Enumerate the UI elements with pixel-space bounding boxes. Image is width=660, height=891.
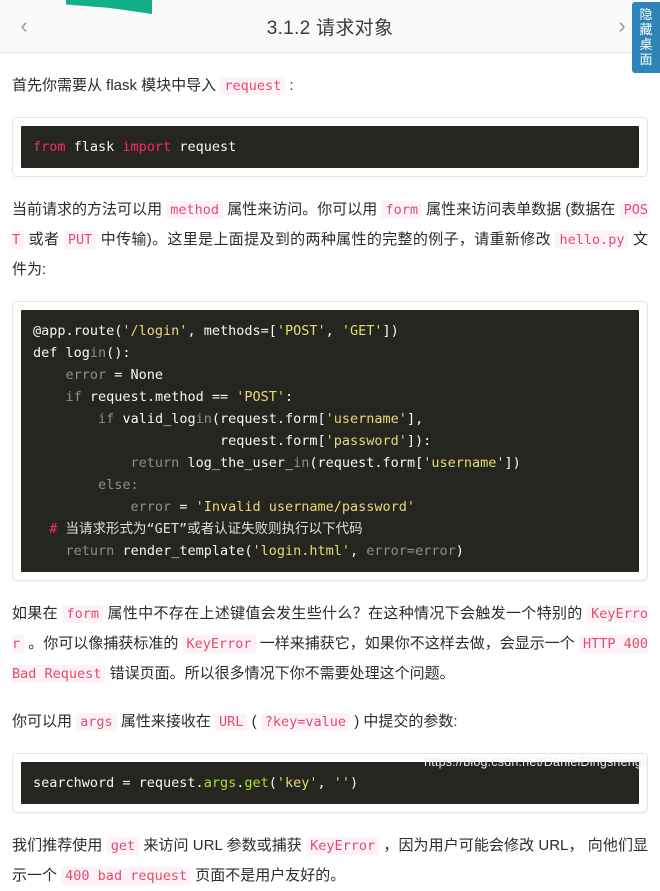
paragraph-2-text-5: 中传输)。这里是上面提及到的两种属性的完整的例子，请重新修改 (96, 231, 556, 248)
paragraph-3-text-2: 属性中不存在上述键值会发生些什么？在这种情况下会触发一个特别的 (103, 605, 588, 622)
side-tab-char-2: 藏 (639, 22, 653, 37)
page-title: 3.1.2 请求对象 (266, 17, 394, 39)
paragraph-2-text-4: 或者 (24, 231, 64, 248)
side-tab-char-4: 面 (639, 52, 653, 67)
paragraph-5-text-4: 页面不是用户友好的。 (191, 867, 346, 884)
chevron-left-icon: ‹ (20, 13, 28, 38)
code-line-5: if valid_login(request.form['username'], (98, 411, 424, 427)
paragraph-2: 当前请求的方法可以用 method 属性来访问。你可以用 form 属性来访问表… (12, 195, 649, 285)
paragraph-5-text-1: 我们推荐使用 (12, 837, 107, 854)
code-token-comma: , (317, 775, 334, 791)
paragraph-5-text-2: 来访问 URL 参数或捕获 (139, 837, 307, 854)
paragraph-4-text-3: ( (247, 713, 261, 730)
paragraph-3: 如果在 form 属性中不存在上述键值会发生些什么？在这种情况下会触发一个特别的… (12, 599, 649, 689)
code-line-1: @app.route('/login', methods=['POST', 'G… (33, 323, 399, 339)
inline-code-put: PUT (63, 231, 97, 249)
paragraph-3-text-4: 一样来捕获它，如果你不这样去做，会显示一个 (255, 635, 579, 652)
code-line-8: else: (98, 477, 139, 493)
side-tab-char-1: 隐 (639, 7, 653, 22)
inline-code-keyerror-2: KeyError (182, 635, 256, 653)
paragraph-4: 你可以用 args 属性来接收在 URL ( ?key=value ) 中提交的… (12, 707, 648, 737)
paragraph-1-text-1: 首先你需要从 flask 模块中导入 (12, 77, 221, 94)
inline-code-hellopy: hello.py (555, 231, 629, 249)
inline-code-form-2: form (62, 605, 103, 623)
inline-code-400badrequest: 400 bad request (61, 867, 192, 885)
code-token-searchword: searchword = request. (33, 775, 204, 791)
hide-desktop-side-tab[interactable]: 隐 藏 桌 面 (632, 2, 660, 73)
code-token-paren: ( (268, 775, 277, 791)
code-line-7: return log_the_user_in(request.form['use… (130, 455, 521, 471)
code-token-from: from (33, 139, 66, 155)
paragraph-4-text-4: ) 中提交的参数: (350, 713, 458, 730)
article-header: ‹ 3.1.2 请求对象 › (0, 0, 660, 53)
side-tab-char-3: 桌 (639, 37, 653, 52)
code-line-11: return render_template('login.html', err… (65, 543, 464, 559)
code-token-request: request (171, 139, 237, 155)
paragraph-1-text-2: : (285, 77, 294, 94)
code-block-1-container: from flask import request (12, 117, 648, 177)
paragraph-2-text-3: 属性来访问表单数据 (数据在 (422, 201, 620, 218)
code-block-2[interactable]: @app.route('/login', methods=['POST', 'G… (21, 310, 639, 572)
code-token-empty: '' (333, 775, 351, 791)
code-block-2-container: @app.route('/login', methods=['POST', 'G… (12, 301, 648, 581)
site-watermark: https://blog.csdn.net/DanielDingshengli (424, 755, 648, 769)
code-block-1[interactable]: from flask import request (21, 126, 639, 168)
paragraph-3-text-1: 如果在 (12, 605, 63, 622)
chevron-right-icon: › (618, 13, 626, 38)
previous-article-button[interactable]: ‹ (4, 0, 44, 52)
page-container: ‹ 3.1.2 请求对象 › 首先你需要从 flask 模块中导入 reques… (0, 0, 660, 891)
code-line-9: error = 'Invalid username/password' (130, 499, 416, 515)
inline-code-request: request (220, 77, 286, 95)
code-token-close: ) (350, 775, 359, 791)
paragraph-1: 首先你需要从 flask 模块中导入 request : (12, 71, 648, 101)
paragraph-2-text-1: 当前请求的方法可以用 (12, 201, 167, 218)
inline-code-url: URL (215, 713, 248, 731)
code-line-4: if request.method == 'POST': (65, 389, 294, 405)
inline-code-keyerror-3: KeyError (306, 837, 380, 855)
code-token-import: import (122, 139, 172, 155)
paragraph-3-text-5: 错误页面。所以很多情况下你不需要处理这个问题。 (105, 665, 455, 682)
code-token-args: args (203, 775, 237, 791)
inline-code-method: method (166, 201, 224, 219)
paragraph-5: 我们推荐使用 get 来访问 URL 参数或捕获 KeyError ，因为用户可… (12, 831, 648, 891)
code-line-3: error = None (65, 367, 164, 383)
inline-code-get: get (106, 837, 140, 855)
paragraph-4-text-1: 你可以用 (12, 713, 77, 730)
code-token-get: get (244, 775, 269, 791)
paragraph-2-text-2: 属性来访问。你可以用 (223, 201, 382, 218)
inline-code-form: form (381, 201, 422, 219)
inline-code-args: args (76, 713, 117, 731)
code-line-6: request.form['password']): (219, 433, 432, 449)
paragraph-4-text-2: 属性来接收在 (116, 713, 216, 730)
code-line-2: def login(): (33, 345, 131, 361)
inline-code-keyvalue: ?key=value (260, 713, 351, 731)
code-token-key: 'key' (276, 775, 318, 791)
code-token-flask: flask (65, 139, 123, 155)
code-line-10: # 当请求形式为“GET”或者认证失败则执行以下代码 (49, 521, 363, 537)
paragraph-3-text-3: 。你可以像捕获标准的 (24, 635, 183, 652)
